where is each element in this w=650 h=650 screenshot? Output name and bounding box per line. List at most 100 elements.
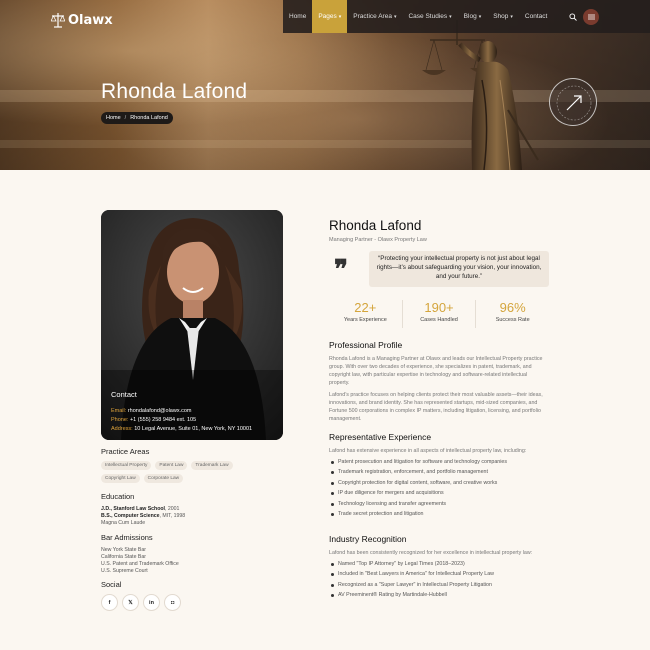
quote-block: ❞ “Protecting your intellectual property… [329, 251, 549, 287]
chevron-down-icon: ▾ [449, 13, 452, 20]
logo-scales-icon [51, 13, 65, 28]
instagram-icon[interactable]: ◘ [164, 594, 181, 611]
recognition-item: Named "Top IP Attorney" by Legal Times (… [329, 561, 549, 567]
address-label: Address: [111, 426, 133, 432]
breadcrumb: Home / Rhonda Lafond [101, 112, 173, 124]
bar-admissions-heading: Bar Admissions [101, 533, 153, 542]
degree-detail: , MIT, 1998 [159, 513, 186, 520]
practice-tag[interactable]: Patent Law [155, 461, 188, 470]
education-heading: Education [101, 492, 135, 501]
nav-item-label: Blog [463, 13, 477, 20]
breadcrumb-separator: / [124, 115, 127, 121]
contact-email: Email: rhondalafond@olawx.com [111, 408, 281, 414]
logo-text: Olawx [68, 12, 113, 28]
stat-success: 96% Success Rate [476, 300, 549, 328]
quote-text: “Protecting your intellectual property i… [369, 251, 549, 287]
recognition-list: Named "Top IP Attorney" by Legal Times (… [329, 561, 549, 598]
attorney-name: Rhonda Lafond [329, 218, 422, 233]
experience-intro: Lafond has extensive experience in all a… [329, 448, 527, 454]
profile-header: Rhonda Lafond Managing Partner - Olawx P… [329, 218, 549, 328]
chevron-down-icon: ▾ [338, 13, 342, 20]
nav-item-practice-area[interactable]: Practice Area ▾ [347, 0, 402, 33]
experience-list: Patent prosecution and litigation for so… [329, 459, 549, 517]
nav-item-blog[interactable]: Blog ▾ [458, 0, 488, 33]
experience-item: Trademark registration, enforcement, and… [329, 470, 549, 475]
nav-item-pages[interactable]: Pages ▾ [312, 0, 348, 33]
nav-links: Home Pages ▾ Practice Area ▾ Case Studies ▾… [283, 0, 553, 33]
email-link[interactable]: rhondalafond@olawx.com [128, 408, 192, 414]
facebook-icon[interactable]: f [101, 594, 118, 611]
practice-areas-tags: Intellectual Property Patent Law Tradema… [101, 461, 251, 483]
bar-admissions-section: Bar Admissions New York State Bar Califo… [101, 533, 283, 575]
nav-item-case-studies[interactable]: Case Studies ▾ [402, 0, 457, 33]
social-heading: Social [101, 580, 122, 589]
industry-recognition-section: Industry Recognition Lafond has been con… [329, 534, 549, 604]
address-value: 10 Legal Avenue, Suite 01, New York, NY … [134, 426, 253, 432]
x-icon[interactable]: 𝕏 [122, 594, 139, 611]
stat-cases: 190+ Cases Handled [403, 300, 477, 328]
attorney-role: Managing Partner - Olawx Property Law [329, 237, 427, 243]
nav-item-label: Contact [524, 13, 548, 20]
bar-admission-item: U.S. Supreme Court [101, 568, 148, 575]
experience-item: Copyright protection for digital content… [329, 480, 549, 486]
stat-value: 190+ [424, 300, 454, 315]
bar-admission-item: California State Bar [101, 554, 146, 561]
contact-us-seal-badge[interactable] [549, 78, 597, 126]
quote-icon: ❞ [334, 255, 348, 285]
education-item: J.D., Stanford Law School, 2001 [101, 506, 283, 513]
brand-logo[interactable]: Olawx [51, 11, 113, 29]
email-label: Email: [111, 408, 127, 414]
degree: B.S., Computer Science [101, 513, 160, 520]
stat-years: 22+ Years Experience [329, 300, 403, 328]
practice-tag[interactable]: Intellectual Property [101, 461, 152, 470]
stat-label: Years Experience [343, 317, 387, 323]
experience-item: Trade secret protection and litigation [329, 511, 549, 517]
nav-item-label: Practice Area [353, 13, 392, 20]
nav-item-label: Case Studies [408, 13, 448, 20]
profile-paragraph: Rhonda Lafond is a Managing Partner at O… [329, 356, 543, 386]
recognition-intro: Lafond has been consistently recognized … [329, 550, 533, 556]
nav-item-contact[interactable]: Contact [519, 0, 553, 33]
chevron-down-icon: ▾ [478, 13, 482, 20]
stat-value: 22+ [354, 300, 377, 315]
professional-profile-heading: Professional Profile [329, 340, 403, 350]
degree: J.D., Stanford Law School [101, 506, 165, 512]
professional-profile-section: Professional Profile Rhonda Lafond is a … [329, 340, 549, 428]
hero-banner: Olawx Home Pages ▾ Practice Area ▾ Case St… [0, 0, 650, 170]
social-links: f 𝕏 in ◘ [101, 594, 283, 611]
experience-item: Technology licensing and transfer agreem… [329, 501, 549, 507]
bar-admission-item: U.S. Patent and Trademark Office [101, 561, 179, 568]
practice-areas-heading: Practice Areas [101, 447, 150, 456]
stats-row: 22+ Years Experience 190+ Cases Handled … [329, 300, 549, 328]
education-section: Education J.D., Stanford Law School, 200… [101, 492, 283, 527]
nav-item-label: Shop [493, 13, 509, 20]
representative-experience-heading: Representative Experience [329, 432, 432, 442]
nav-item-label: Pages [318, 13, 337, 20]
main-navigation: Home Pages ▾ Practice Area ▾ Case Studies ▾… [283, 0, 650, 33]
nav-item-home[interactable]: Home [283, 0, 312, 33]
stat-label: Cases Handled [420, 317, 458, 323]
practice-tag[interactable]: Copyright Law [101, 474, 140, 483]
contact-title: Contact [111, 390, 137, 399]
practice-tag[interactable]: Corporate Law [143, 474, 184, 483]
education-honor: Magna Cum Laude [101, 520, 146, 527]
phone-link[interactable]: +1 (555) 258 9484 ext. 105 [130, 417, 196, 423]
recognition-item: Included in "Best Lawyers in America" fo… [329, 572, 549, 577]
education-item: B.S., Computer Science, MIT, 1998 [101, 513, 283, 520]
page-title: Rhonda Lafond [101, 80, 248, 103]
recognition-item: AV Preeminent® Rating by Martindale-Hubb… [329, 592, 549, 598]
bar-admission-item: New York State Bar [101, 547, 146, 553]
linkedin-icon[interactable]: in [143, 594, 160, 611]
practice-tag[interactable]: Trademark Law [191, 461, 233, 470]
contact-address: Address: 10 Legal Avenue, Suite 01, New … [111, 426, 281, 432]
menu-icon[interactable] [583, 9, 599, 25]
breadcrumb-home-link[interactable]: Home [106, 115, 121, 121]
nav-item-shop[interactable]: Shop ▾ [487, 0, 519, 33]
profile-paragraph: Lafond’s practice focuses on helping cli… [329, 391, 543, 422]
profile-card: Contact Email: rhondalafond@olawx.com Ph… [101, 210, 283, 440]
stat-value: 96% [499, 300, 526, 315]
search-icon[interactable] [566, 10, 580, 24]
breadcrumb-current: Rhonda Lafond [130, 115, 168, 121]
recognition-item: Recognized as a "Super Lawyer" in Intell… [329, 582, 549, 588]
nav-item-label: Home [289, 13, 307, 20]
